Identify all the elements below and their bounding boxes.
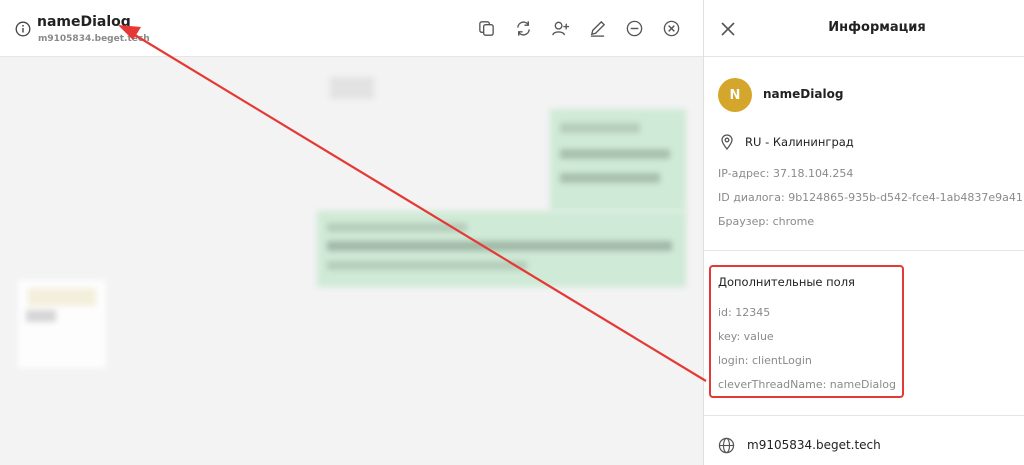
section-divider [704, 415, 1024, 416]
add-user-icon [551, 21, 569, 35]
blurred-date [330, 77, 374, 99]
blurred-message-bubble [550, 109, 686, 211]
edit-button[interactable] [587, 18, 607, 38]
close-circle-icon [663, 20, 679, 36]
blurred-message-bubble [317, 211, 686, 287]
extra-field: login: clientLogin [718, 354, 812, 367]
extra-field: key: value [718, 330, 774, 343]
refresh-icon [516, 20, 530, 36]
site-domain[interactable]: m9105834.beget.tech [747, 438, 881, 452]
copy-icon [478, 20, 494, 36]
browser: Браузер: chrome [718, 215, 815, 228]
location-pin-icon [721, 134, 733, 150]
dialog-id: ID диалога: 9b124865-935b-d542-fce4-1ab4… [718, 191, 1023, 204]
section-divider [704, 250, 1024, 251]
blurred-incoming-message [18, 280, 106, 368]
chat-title: nameDialog [37, 14, 131, 30]
client-location: RU - Калининград [745, 135, 854, 149]
extra-field: cleverThreadName: nameDialog [718, 378, 897, 391]
chat-header: nameDialog m9105834.beget.tech [0, 0, 703, 57]
extra-fields-title: Дополнительные поля [718, 275, 855, 289]
panel-title: Информация [828, 20, 926, 35]
avatar: N [718, 78, 752, 112]
ip-address: IP-адрес: 37.18.104.254 [718, 167, 854, 180]
add-user-button[interactable] [550, 18, 570, 38]
chat-subtitle: m9105834.beget.tech [38, 34, 150, 44]
info-panel: Информация N nameDialog RU - Калининград… [703, 0, 1024, 465]
copy-button[interactable] [476, 18, 496, 38]
minus-circle-icon [626, 20, 642, 36]
close-dialog-button[interactable] [661, 18, 681, 38]
chat-toolbar [476, 18, 681, 40]
client-name: nameDialog [763, 87, 844, 101]
minimize-button[interactable] [624, 18, 644, 38]
info-icon[interactable] [15, 21, 31, 37]
extra-field: id: 12345 [718, 306, 771, 319]
message-area[interactable] [0, 57, 703, 465]
info-panel-header: Информация [704, 0, 1024, 57]
chat-pane: nameDialog m9105834.beget.tech [0, 0, 703, 465]
refresh-button[interactable] [513, 18, 533, 38]
globe-icon [718, 437, 735, 454]
edit-icon [590, 20, 605, 37]
